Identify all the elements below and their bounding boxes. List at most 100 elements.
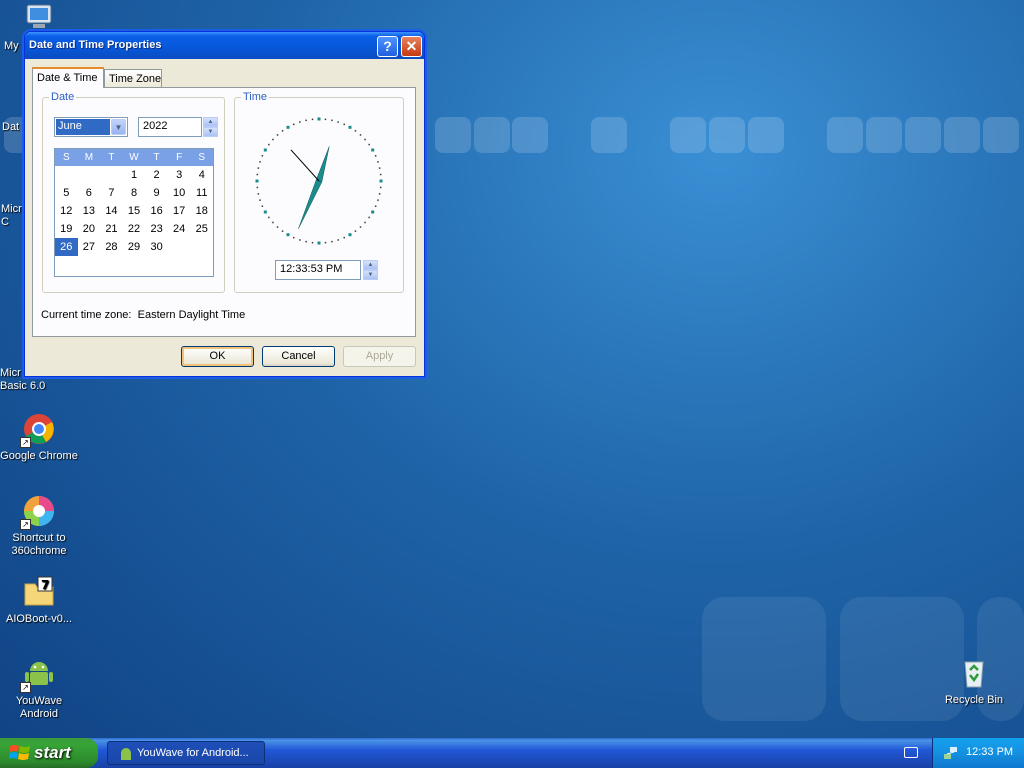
calendar-day[interactable]: 25 <box>190 220 213 238</box>
calendar-day[interactable]: 4 <box>190 166 213 184</box>
clock-minute-mark <box>359 134 362 136</box>
clock-minute-mark <box>281 230 284 232</box>
spin-up-icon[interactable]: ▲ <box>203 117 218 127</box>
clock-minute-mark <box>324 241 327 244</box>
chevron-down-icon[interactable]: ▼ <box>111 119 126 135</box>
calendar-day[interactable]: 24 <box>168 220 191 238</box>
calendar-day[interactable]: 14 <box>100 202 123 220</box>
calendar-day[interactable]: 28 <box>100 238 123 256</box>
calendar-weekday: T <box>153 152 160 163</box>
spin-down-icon[interactable]: ▼ <box>363 270 378 280</box>
network-icon[interactable] <box>943 745 959 761</box>
desktop-icon-app[interactable]: Micr C <box>0 203 22 229</box>
desktop-icon-recycle-bin[interactable]: Recycle Bin <box>934 656 1014 707</box>
spin-up-icon[interactable]: ▲ <box>363 260 378 270</box>
calendar-day[interactable]: 19 <box>55 220 78 238</box>
clock-minute-mark <box>259 199 261 201</box>
calendar-day[interactable]: 22 <box>123 220 146 238</box>
calendar-weekday: S <box>198 152 206 163</box>
calendar-day[interactable]: 8 <box>123 184 146 202</box>
tab-date-and-time[interactable]: Date & Time <box>32 67 104 88</box>
calendar-day <box>100 166 123 184</box>
calendar-day[interactable]: 20 <box>78 220 101 238</box>
year-spinner[interactable]: ▲ ▼ <box>203 117 218 137</box>
bg-tile-large <box>702 597 826 721</box>
clock-minute-mark <box>379 173 382 176</box>
date-group: Date June ▼ 2022 ▲ ▼ SMTWTFS 1 2 3 4 5 6 7 8 9 10… <box>42 91 225 293</box>
calendar-weekday: M <box>84 152 94 163</box>
bg-tile <box>983 117 1019 153</box>
clock-hour-mark <box>371 148 375 152</box>
clock-minute-mark <box>268 143 270 146</box>
calendar-week: 1234 <box>55 166 213 184</box>
calendar-day[interactable]: 1 <box>123 166 146 184</box>
month-calendar[interactable]: SMTWTFS 1 2 3 4 5 6 7 8 9 10 11 12 13 14 15 16 17 18 19 20 2… <box>54 148 214 277</box>
ok-button[interactable]: OK <box>181 346 254 367</box>
tab-time-zone[interactable]: Time Zone <box>104 69 162 87</box>
calendar-day[interactable]: 23 <box>145 220 168 238</box>
apply-button[interactable]: Apply <box>343 346 416 367</box>
clock-hour-mark <box>263 210 267 214</box>
calendar-day[interactable]: 5 <box>55 184 78 202</box>
calendar-day[interactable]: 10 <box>168 184 191 202</box>
calendar-day[interactable]: 30 <box>145 238 168 256</box>
time-field[interactable]: 12:33:53 PM <box>275 260 361 280</box>
calendar-day[interactable]: 15 <box>123 202 146 220</box>
clock-hour-mark <box>255 179 259 183</box>
bg-tile <box>670 117 706 153</box>
shortcut-arrow-icon: ↗ <box>20 519 31 530</box>
clock-minute-mark <box>378 193 381 195</box>
dialog-title: Date and Time Properties <box>29 39 162 51</box>
taskbar-clock[interactable]: 12:33 PM <box>966 746 1013 758</box>
calendar-day[interactable]: 2 <box>145 166 168 184</box>
dialog-titlebar[interactable]: Date and Time Properties ? ✕ <box>25 32 424 59</box>
time-spinner[interactable]: ▲ ▼ <box>363 260 378 280</box>
clock-minute-mark <box>272 138 274 141</box>
bg-tile <box>866 117 902 153</box>
start-label: start <box>34 743 71 762</box>
calendar-day[interactable]: 16 <box>145 202 168 220</box>
time-group-title: Time <box>241 91 270 103</box>
calendar-day[interactable]: 21 <box>100 220 123 238</box>
clock-hour-mark <box>286 233 290 237</box>
taskbar-button-youwave[interactable]: YouWave for Android... <box>107 741 265 765</box>
clock-minute-mark <box>257 167 260 169</box>
cancel-button[interactable]: Cancel <box>262 346 335 367</box>
desktop-icon-aioboot[interactable]: 7 AIOBoot-v0... <box>0 575 79 626</box>
calendar-day[interactable]: 7 <box>100 184 123 202</box>
desktop-icon-label: Micr C <box>1 203 22 228</box>
calendar-day[interactable]: 13 <box>78 202 101 220</box>
desktop-icon-360chrome[interactable]: ↗ Shortcut to 360chrome <box>0 494 79 558</box>
time-group: Time 12:33:53 PM ▲ ▼ <box>234 91 404 293</box>
month-select[interactable]: June ▼ <box>54 117 128 137</box>
keyboard-icon[interactable] <box>904 747 918 758</box>
calendar-day[interactable]: 27 <box>78 238 101 256</box>
desktop-icon-label: Shortcut to 360chrome <box>11 532 67 557</box>
calendar-day[interactable]: 12 <box>55 202 78 220</box>
calendar-week: 26 27 28 29 30 <box>55 238 213 256</box>
calendar-weekday: T <box>108 152 115 163</box>
calendar-day[interactable]: 9 <box>145 184 168 202</box>
clock-minute-mark <box>354 230 357 232</box>
spin-down-icon[interactable]: ▼ <box>203 127 218 137</box>
calendar-day[interactable]: 6 <box>78 184 101 202</box>
calendar-day[interactable]: 18 <box>190 202 213 220</box>
clock-minute-mark <box>331 119 333 122</box>
calendar-day[interactable]: 29 <box>123 238 146 256</box>
close-button[interactable]: ✕ <box>401 36 422 57</box>
desktop-icon-date[interactable]: Dat <box>0 121 22 134</box>
help-button[interactable]: ? <box>377 36 398 57</box>
start-button[interactable]: start <box>0 738 98 768</box>
clock-minute-mark <box>374 155 377 157</box>
calendar-day[interactable]: 11 <box>190 184 213 202</box>
clock-minute-mark <box>293 236 295 239</box>
year-field[interactable]: 2022 <box>138 117 202 137</box>
desktop-icon-youwave-android[interactable]: ↗ YouWave Android <box>0 657 79 721</box>
calendar-day[interactable]: 17 <box>168 202 191 220</box>
shortcut-arrow-icon: ↗ <box>20 437 31 448</box>
calendar-weekday: S <box>62 152 70 163</box>
calendar-day[interactable]: 3 <box>168 166 191 184</box>
desktop-icon-google-chrome[interactable]: ↗ Google Chrome <box>0 412 79 463</box>
calendar-day[interactable]: 26 <box>55 238 78 256</box>
calendar-day <box>168 238 191 256</box>
